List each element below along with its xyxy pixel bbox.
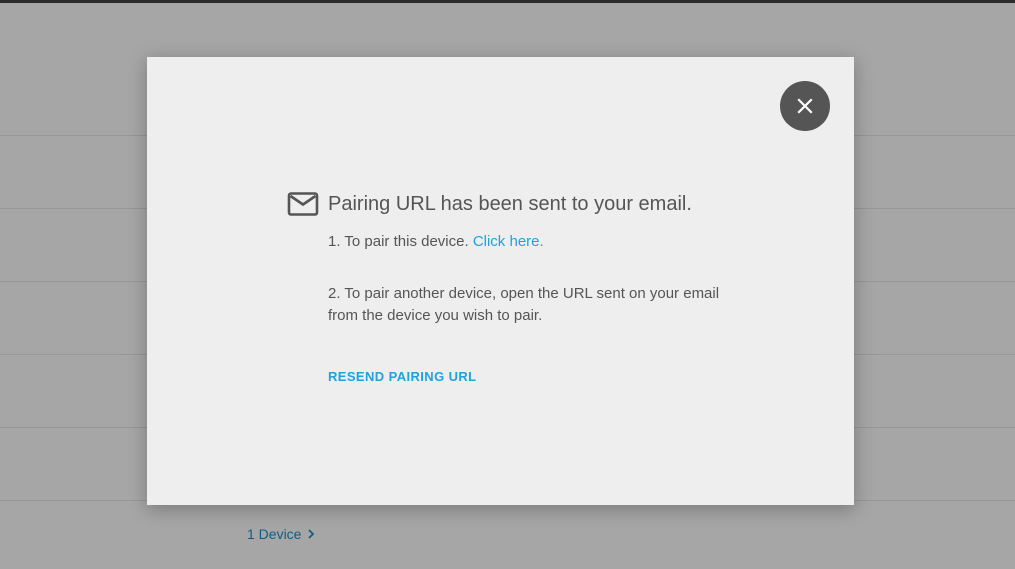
dialog-header: Pairing URL has been sent to your email.: [287, 189, 692, 219]
step-pair-this-device: 1. To pair this device. Click here.: [328, 232, 544, 252]
close-button[interactable]: [780, 81, 830, 131]
step1-text: 1. To pair this device.: [328, 233, 469, 250]
step-pair-another-device: 2. To pair another device, open the URL …: [328, 285, 720, 324]
dialog-title: Pairing URL has been sent to your email.: [328, 192, 692, 215]
device-count-label: 1 Device: [247, 526, 302, 542]
chevron-right-icon: [308, 529, 315, 539]
mail-icon: [287, 192, 319, 216]
pairing-dialog: Pairing URL has been sent to your email.…: [147, 57, 854, 505]
close-icon: [797, 98, 813, 114]
click-here-link[interactable]: Click here.: [473, 233, 544, 250]
device-count-link[interactable]: 1 Device: [247, 525, 315, 543]
resend-pairing-url-button[interactable]: RESEND PAIRING URL: [328, 369, 477, 384]
top-bar: [0, 0, 1015, 3]
